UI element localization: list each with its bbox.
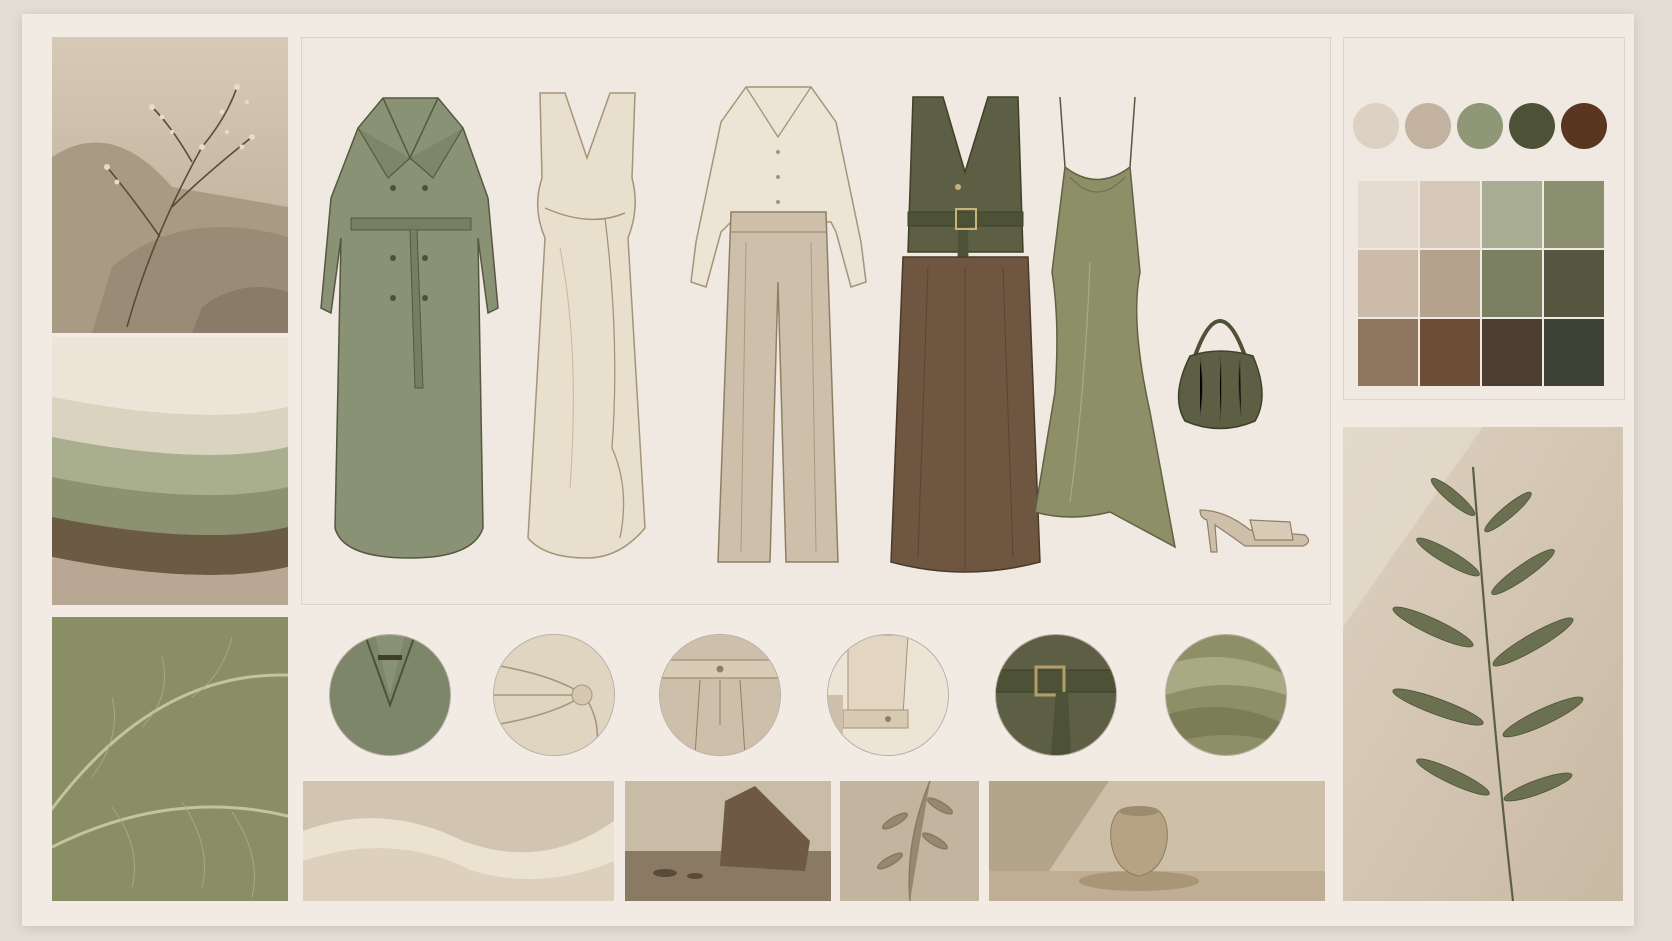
- sandal-icon: [1195, 490, 1315, 560]
- linen-texture-photo: [303, 781, 614, 901]
- color-swatch: [1420, 250, 1480, 317]
- ceramic-vase-photo: [989, 781, 1325, 901]
- color-swatch: [1544, 181, 1604, 248]
- knot-detail: [494, 635, 614, 755]
- seaside-rock-photo: [625, 781, 831, 901]
- slip-dress-sketch: [1030, 92, 1180, 562]
- color-swatch: [1358, 319, 1418, 386]
- palette-dot-5: [1561, 103, 1607, 149]
- belt-buckle-detail: [996, 635, 1116, 755]
- cuff-detail: [828, 635, 948, 755]
- palette-dot-4: [1509, 103, 1555, 149]
- color-swatch: [1544, 319, 1604, 386]
- color-swatch: [1420, 181, 1480, 248]
- color-swatch: [1482, 250, 1542, 317]
- palette-dot-2: [1405, 103, 1451, 149]
- lapel-detail: [330, 635, 450, 755]
- color-swatch: [1544, 250, 1604, 317]
- leaf-shadow-photo: [840, 781, 979, 901]
- palette-dot-1: [1353, 103, 1399, 149]
- leaf-closeup-photo: [52, 617, 288, 901]
- blouse-trousers-sketch: [686, 82, 871, 582]
- dried-flowers-photo: [52, 37, 288, 333]
- wrap-dress-sketch: [520, 88, 655, 580]
- waistband-detail: [660, 635, 780, 755]
- color-swatch: [1420, 319, 1480, 386]
- color-swatch: [1358, 250, 1418, 317]
- olive-branch-photo: [1343, 427, 1623, 901]
- palette-dot-3: [1457, 103, 1503, 149]
- folded-fabrics-photo: [52, 337, 288, 605]
- color-swatch: [1358, 181, 1418, 248]
- handbag-icon: [1175, 296, 1265, 438]
- color-swatch: [1482, 319, 1542, 386]
- vest-skirt-sketch: [888, 92, 1043, 587]
- silk-fabric-detail: [1166, 635, 1286, 755]
- trench-coat-sketch: [313, 88, 508, 580]
- color-swatch: [1482, 181, 1542, 248]
